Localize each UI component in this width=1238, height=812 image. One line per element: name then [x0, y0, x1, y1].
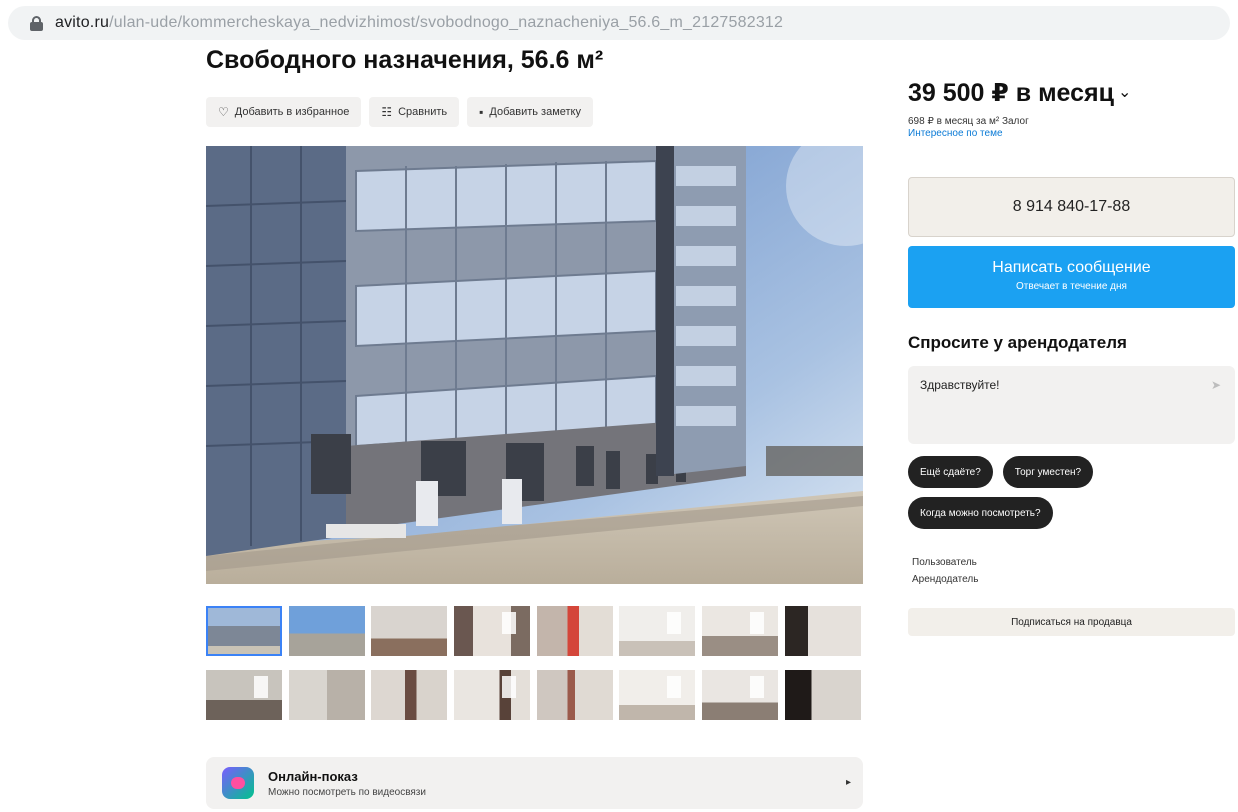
thumbnail[interactable] [288, 606, 365, 656]
note-icon: ▪ [479, 105, 484, 119]
building-photo [206, 146, 863, 584]
thumbnail[interactable] [454, 670, 531, 720]
quick-questions: Ещё сдаёте? Торг уместен? Когда можно по… [908, 456, 1238, 529]
compare-button[interactable]: ☷ Сравнить [369, 97, 460, 127]
heart-icon: ♡ [218, 105, 229, 119]
ask-landlord-title: Спросите у арендодателя [908, 333, 1127, 352]
seller-role: Арендодатель [912, 574, 979, 585]
thumbnail[interactable] [206, 606, 282, 656]
photo-thumbnails [206, 606, 863, 720]
write-message-button[interactable]: Написать сообщение Отвечает в течение дн… [908, 246, 1235, 308]
subscribe-seller-button[interactable]: Подписаться на продавца [908, 608, 1235, 636]
add-note-button[interactable]: ▪ Добавить заметку [467, 97, 593, 127]
thumbnail[interactable] [536, 606, 613, 656]
browser-address-bar: avito.ru/ulan-ude/kommercheskaya_nedvizh… [0, 0, 1238, 46]
video-camera-icon [222, 767, 254, 799]
compare-icon: ☷ [381, 105, 393, 119]
listing-actions: ♡ Добавить в избранное ☷ Сравнить ▪ Доба… [206, 97, 593, 127]
thumbnail[interactable] [619, 606, 696, 656]
chevron-right-icon: ▸ [845, 777, 851, 788]
quick-question-chip[interactable]: Ещё сдаёте? [908, 456, 993, 488]
listing-title: Свободного назначения, 56.6 м² [206, 46, 604, 74]
send-icon[interactable]: ➤ [1211, 378, 1221, 392]
quick-question-chip[interactable]: Торг уместен? [1002, 456, 1094, 488]
price-details: 698 ₽ в месяц за м² Залог Интересное по … [908, 116, 1029, 140]
ask-message-input[interactable]: Здравствуйте! ➤ [908, 366, 1235, 444]
quick-question-chip[interactable]: Когда можно посмотреть? [908, 497, 1053, 529]
show-phone-button[interactable]: 8 914 840-17-88 [908, 177, 1235, 237]
thumbnail[interactable] [702, 670, 779, 720]
thumbnail[interactable] [454, 606, 531, 656]
lock-icon [30, 15, 43, 31]
thumbnail[interactable] [702, 606, 779, 656]
price-details-link[interactable]: Интересное по теме [908, 128, 1029, 140]
online-viewing-banner[interactable]: Онлайн-показ Можно посмотреть по видеосв… [206, 757, 863, 809]
add-to-favorites-button[interactable]: ♡ Добавить в избранное [206, 97, 362, 127]
chevron-down-icon: ⌄ [1118, 84, 1132, 101]
thumbnail[interactable] [784, 606, 861, 656]
online-viewing-subtitle: Можно посмотреть по видеосвязи [268, 786, 426, 798]
thumbnail[interactable] [784, 670, 861, 720]
url-field[interactable]: avito.ru/ulan-ude/kommercheskaya_nedvizh… [8, 6, 1230, 40]
online-viewing-title: Онлайн-показ [268, 768, 358, 784]
thumbnail[interactable] [371, 606, 448, 656]
price[interactable]: 39 500 ₽ в месяц ⌄ [908, 78, 1131, 108]
thumbnail[interactable] [206, 670, 282, 720]
thumbnail[interactable] [371, 670, 448, 720]
url-text: avito.ru/ulan-ude/kommercheskaya_nedvizh… [55, 14, 784, 31]
thumbnail[interactable] [619, 670, 696, 720]
main-photo[interactable] [206, 146, 863, 584]
thumbnail[interactable] [536, 670, 613, 720]
thumbnail[interactable] [288, 670, 365, 720]
seller-name[interactable]: Пользователь [912, 557, 977, 568]
